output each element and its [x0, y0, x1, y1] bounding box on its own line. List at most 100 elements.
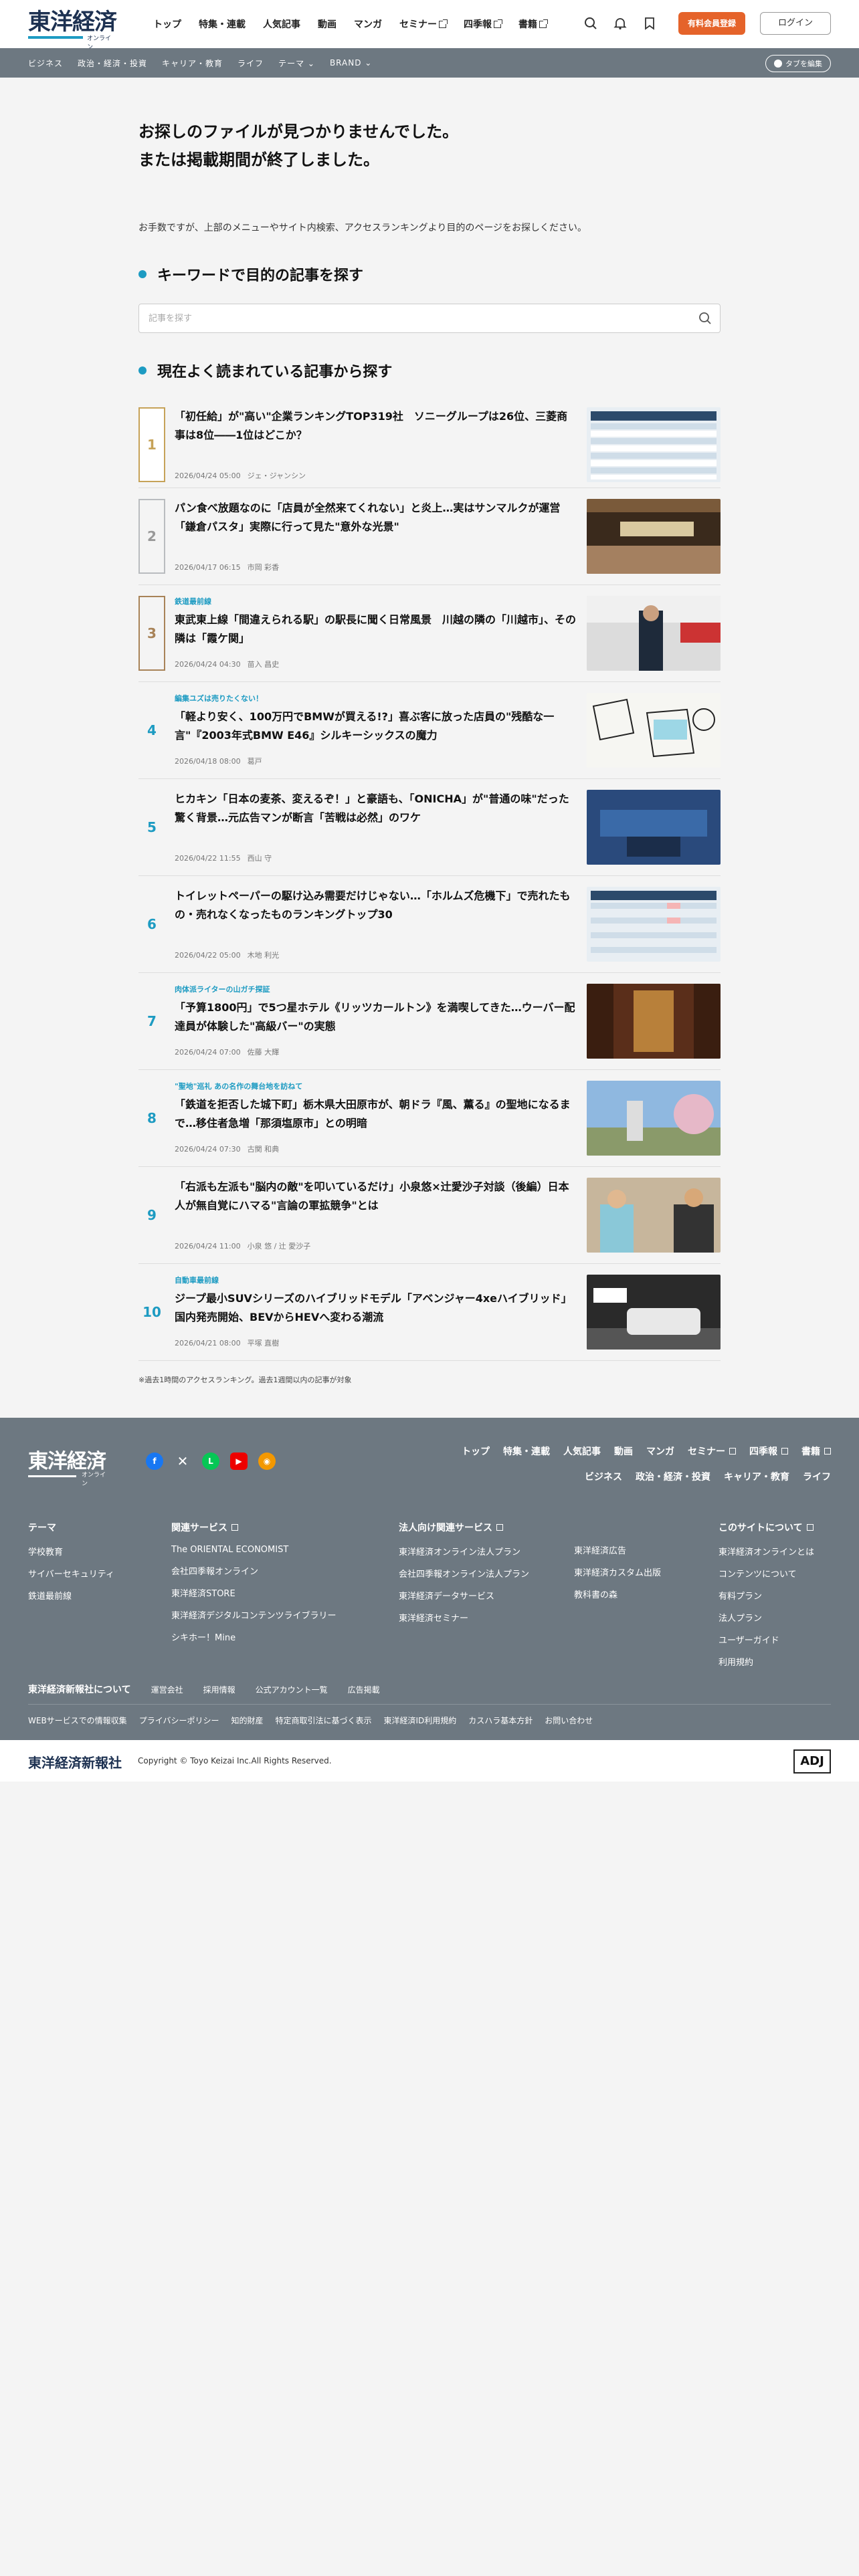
footer-link[interactable]: 東洋経済デジタルコンテンツライブラリー	[171, 1608, 336, 1621]
footer-link[interactable]: 法人プラン	[719, 1611, 814, 1624]
site-logo[interactable]: 東洋経済 オンライン	[28, 9, 117, 51]
ranking-item[interactable]: 5 ヒカキン「日本の麦茶、変えるぞ！」と豪語も、「ONICHA」が"普通の味"だ…	[138, 779, 721, 876]
article-title[interactable]: ジープ最小SUVシリーズのハイブリッドモデル「アベンジャー4xeハイブリッド」国…	[175, 1289, 576, 1327]
footer-link[interactable]: シキホー！Mine	[171, 1630, 336, 1643]
nav-seminar[interactable]: セミナー	[391, 17, 455, 31]
footer-link[interactable]: 広告掲載	[348, 1684, 380, 1695]
article-thumbnail[interactable]	[587, 693, 721, 768]
footer-nav-manga[interactable]: マンガ	[646, 1444, 674, 1458]
subnav-theme[interactable]: テーマ ⌄	[278, 58, 315, 69]
footer-link[interactable]: 東洋経済オンライン法人プラン	[399, 1545, 529, 1558]
nav-video[interactable]: 動画	[309, 17, 345, 31]
line-icon[interactable]: L	[202, 1453, 219, 1470]
footer-link[interactable]: 教科書の森	[574, 1588, 661, 1600]
company-logo[interactable]: 東洋経済新報社	[28, 1752, 122, 1772]
footer-link[interactable]: 公式アカウント一覧	[256, 1684, 328, 1695]
footer-nav-life[interactable]: ライフ	[803, 1470, 831, 1483]
footer-link[interactable]: 東洋経済カスタム出版	[574, 1566, 661, 1578]
article-thumbnail[interactable]	[587, 499, 721, 574]
article-category[interactable]: 自動車最前線	[175, 1275, 576, 1285]
footer-nav-top[interactable]: トップ	[462, 1444, 490, 1458]
footer-nav-shikiho[interactable]: 四季報	[749, 1444, 788, 1458]
nav-shikiho[interactable]: 四季報	[455, 17, 510, 31]
footer-link[interactable]: 東洋経済データサービス	[399, 1589, 529, 1602]
footer-link[interactable]: プライバシーポリシー	[139, 1715, 219, 1726]
subscribe-button[interactable]: 有料会員登録	[678, 12, 745, 35]
footer-link[interactable]: 会社四季報オンライン法人プラン	[399, 1567, 529, 1580]
footer-link[interactable]: 東洋経済オンラインとは	[719, 1545, 814, 1558]
search-input[interactable]	[139, 304, 720, 332]
article-thumbnail[interactable]	[587, 1178, 721, 1253]
footer-link[interactable]: 運営会社	[151, 1684, 183, 1695]
adj-badge[interactable]: ADJ	[793, 1749, 831, 1774]
footer-nav-politics[interactable]: 政治・経済・投資	[636, 1470, 710, 1483]
article-title[interactable]: 東武東上線「間違えられる駅」の駅長に聞く日常風景 川越の隣の「川越市」、その隣は…	[175, 611, 576, 648]
footer-nav-career[interactable]: キャリア・教育	[724, 1470, 789, 1483]
footer-nav-popular[interactable]: 人気記事	[563, 1444, 601, 1458]
footer-link[interactable]: WEBサービスでの情報収集	[28, 1715, 127, 1726]
article-category[interactable]: 鉄道最前線	[175, 596, 576, 607]
article-title[interactable]: 「右派も左派も"脳内の敵"を叩いているだけ」小泉悠×辻愛沙子対談（後編）日本人が…	[175, 1178, 576, 1215]
youtube-icon[interactable]: ▶	[230, 1453, 248, 1470]
bell-icon[interactable]	[613, 16, 628, 31]
subnav-politics[interactable]: 政治・経済・投資	[78, 58, 147, 69]
article-thumbnail[interactable]	[587, 1275, 721, 1350]
ranking-item[interactable]: 7 肉体派ライターの山ガチ探証 「予算1800円」で5つ星ホテル《リッツカールト…	[138, 973, 721, 1070]
article-title[interactable]: 「軽より安く、100万円でBMWが買える!?」喜ぶ客に放った店員の"残酷な一言"…	[175, 708, 576, 745]
footer-nav-books[interactable]: 書籍	[801, 1444, 831, 1458]
article-category[interactable]: "聖地"巡礼 あの名作の舞台地を訪ねて	[175, 1081, 576, 1091]
footer-link[interactable]: ユーザーガイド	[719, 1633, 814, 1646]
footer-link[interactable]: カスハラ基本方針	[468, 1715, 533, 1726]
ranking-item[interactable]: 1 「初任給」が"高い"企業ランキングTOP319社 ソニーグループは26位、三…	[138, 401, 721, 488]
footer-link[interactable]: 東洋経済セミナー	[399, 1611, 529, 1624]
article-category[interactable]: 肉体派ライターの山ガチ探証	[175, 984, 576, 994]
article-title[interactable]: 「鉄道を拒否した城下町」栃木県大田原市が、朝ドラ『風、薫る』の聖地になるまで…移…	[175, 1095, 576, 1133]
article-title[interactable]: ヒカキン「日本の麦茶、変えるぞ！」と豪語も、「ONICHA」が"普通の味"だった…	[175, 790, 576, 827]
nav-popular[interactable]: 人気記事	[254, 17, 309, 31]
subnav-life[interactable]: ライフ	[237, 58, 264, 69]
ranking-item[interactable]: 9 「右派も左派も"脳内の敵"を叩いているだけ」小泉悠×辻愛沙子対談（後編）日本…	[138, 1167, 721, 1264]
ranking-item[interactable]: 8 "聖地"巡礼 あの名作の舞台地を訪ねて 「鉄道を拒否した城下町」栃木県大田原…	[138, 1070, 721, 1167]
article-thumbnail[interactable]	[587, 596, 721, 671]
ranking-item[interactable]: 4 編集ユズは売りたくない！ 「軽より安く、100万円でBMWが買える!?」喜ぶ…	[138, 682, 721, 779]
footer-link[interactable]: 学校教育	[28, 1545, 114, 1558]
footer-link[interactable]: サイバーセキュリティ	[28, 1567, 114, 1580]
article-thumbnail[interactable]	[587, 1081, 721, 1156]
footer-link[interactable]: 東洋経済ID利用規約	[383, 1715, 456, 1726]
nav-books[interactable]: 書籍	[510, 17, 555, 31]
ranking-item[interactable]: 3 鉄道最前線 東武東上線「間違えられる駅」の駅長に聞く日常風景 川越の隣の「川…	[138, 585, 721, 682]
footer-logo[interactable]: 東洋経済 オンライン	[28, 1444, 106, 1487]
nav-features[interactable]: 特集・連載	[190, 17, 254, 31]
article-thumbnail[interactable]	[587, 407, 721, 482]
ranking-item[interactable]: 10 自動車最前線 ジープ最小SUVシリーズのハイブリッドモデル「アベンジャー4…	[138, 1264, 721, 1361]
footer-link[interactable]: 東洋経済STORE	[171, 1586, 336, 1599]
footer-link[interactable]: お問い合わせ	[545, 1715, 593, 1726]
footer-link[interactable]: 会社四季報オンライン	[171, 1564, 336, 1577]
footer-nav-video[interactable]: 動画	[614, 1444, 633, 1458]
footer-link[interactable]: 採用情報	[203, 1684, 235, 1695]
article-thumbnail[interactable]	[587, 790, 721, 865]
subnav-business[interactable]: ビジネス	[28, 58, 63, 69]
nav-top[interactable]: トップ	[145, 17, 190, 31]
bookmark-icon[interactable]	[642, 16, 657, 31]
search-icon[interactable]	[698, 312, 712, 328]
nav-manga[interactable]: マンガ	[345, 17, 391, 31]
article-title[interactable]: トイレットペーパーの駆け込み需要だけじゃない…「ホルムズ危機下」で売れたもの・売…	[175, 887, 576, 924]
article-title[interactable]: 「初任給」が"高い"企業ランキングTOP319社 ソニーグループは26位、三菱商…	[175, 407, 576, 445]
footer-nav-features[interactable]: 特集・連載	[503, 1444, 550, 1458]
footer-link[interactable]: 鉄道最前線	[28, 1589, 114, 1602]
footer-link[interactable]: 知的財産	[231, 1715, 263, 1726]
edit-tabs-button[interactable]: タブを編集	[765, 55, 831, 72]
search-icon[interactable]	[583, 16, 598, 31]
subnav-career[interactable]: キャリア・教育	[162, 58, 223, 69]
article-category[interactable]: 編集ユズは売りたくない！	[175, 693, 576, 704]
x-icon[interactable]: ✕	[174, 1453, 191, 1470]
footer-link[interactable]: 特定商取引法に基づく表示	[275, 1715, 371, 1726]
ranking-item[interactable]: 2 パン食べ放題なのに「店員が全然来てくれない」と炎上…実はサンマルクが運営「鎌…	[138, 488, 721, 585]
subnav-brand[interactable]: BRAND ⌄	[330, 58, 372, 68]
facebook-icon[interactable]: f	[146, 1453, 163, 1470]
footer-link[interactable]: コンテンツについて	[719, 1567, 814, 1580]
article-title[interactable]: 「予算1800円」で5つ星ホテル《リッツカールトン》を満喫してきた…ウーバー配達…	[175, 998, 576, 1036]
login-button[interactable]: ログイン	[759, 12, 831, 35]
footer-link[interactable]: 有料プラン	[719, 1589, 814, 1602]
